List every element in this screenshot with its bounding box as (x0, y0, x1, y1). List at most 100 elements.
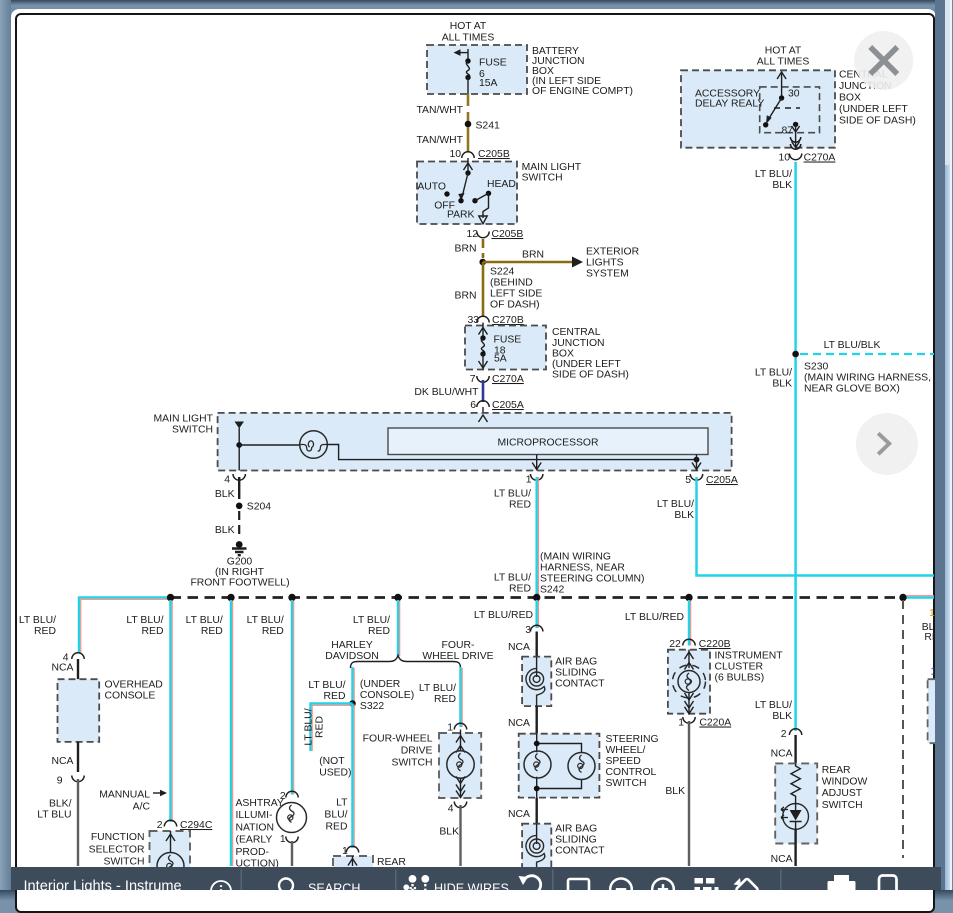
svg-text:INSTRUMENT: INSTRUMENT (715, 651, 784, 662)
svg-text:ILLUMI-: ILLUMI- (236, 810, 273, 821)
svg-text:S230: S230 (804, 362, 828, 373)
svg-text:SIDE OF DASH): SIDE OF DASH) (839, 116, 916, 127)
svg-text:LT BLU/RED: LT BLU/RED (474, 610, 533, 621)
svg-text:DK BLU/WHT: DK BLU/WHT (414, 387, 479, 398)
svg-text:C270A: C270A (804, 153, 836, 164)
svg-text:LT BLU/: LT BLU/ (304, 708, 315, 745)
svg-text:BLK: BLK (215, 525, 235, 536)
svg-text:PARK: PARK (447, 210, 475, 221)
svg-text:6: 6 (470, 400, 476, 411)
svg-text:NEAR GLOVE BOX): NEAR GLOVE BOX) (804, 384, 900, 395)
svg-text:AUTO: AUTO (417, 182, 446, 193)
svg-text:MAIN LIGHT: MAIN LIGHT (522, 162, 582, 173)
svg-text:BLK: BLK (772, 379, 792, 390)
svg-text:SWITCH: SWITCH (172, 425, 213, 436)
svg-text:FUSE: FUSE (479, 58, 507, 69)
svg-text:RED: RED (368, 626, 390, 637)
svg-text:LT BLU/: LT BLU/ (755, 169, 792, 180)
svg-text:5A: 5A (494, 354, 507, 365)
svg-text:LT BLU: LT BLU (37, 810, 71, 821)
svg-text:LT BLU/: LT BLU/ (126, 615, 163, 626)
svg-text:4: 4 (448, 804, 454, 815)
svg-text:CLUSTER: CLUSTER (715, 662, 764, 673)
svg-text:FRONT FOOTWELL): FRONT FOOTWELL) (190, 577, 289, 588)
svg-text:SIDE OF DASH): SIDE OF DASH) (552, 370, 629, 381)
svg-text:OF ENGINE COMPT): OF ENGINE COMPT) (532, 86, 633, 97)
svg-text:NCA: NCA (52, 756, 74, 767)
svg-text:10: 10 (778, 153, 790, 164)
svg-text:SYSTEM: SYSTEM (586, 269, 629, 280)
svg-text:CONSOLE: CONSOLE (105, 691, 156, 702)
svg-text:LT BLU/: LT BLU/ (494, 573, 531, 584)
svg-text:LT BLU/: LT BLU/ (755, 368, 792, 379)
svg-text:BLK: BLK (674, 510, 694, 521)
svg-text:CONSOLE): CONSOLE) (360, 690, 414, 701)
svg-text:CONTROL: CONTROL (606, 767, 657, 778)
svg-text:C270B: C270B (492, 315, 524, 326)
svg-text:15A: 15A (479, 78, 498, 89)
svg-text:WHEEL/: WHEEL/ (606, 745, 646, 756)
svg-text:30: 30 (788, 89, 800, 100)
svg-text:C220A: C220A (699, 718, 731, 729)
svg-text:12: 12 (466, 229, 478, 240)
svg-text:BOX: BOX (552, 349, 574, 360)
svg-text:CENTRAL: CENTRAL (552, 327, 601, 338)
svg-text:DAVIDSON: DAVIDSON (325, 651, 379, 662)
svg-text:RED: RED (509, 584, 531, 595)
svg-text:5: 5 (685, 475, 691, 486)
svg-text:LT BLU/: LT BLU/ (247, 615, 284, 626)
svg-text:LT BLU/RED: LT BLU/RED (625, 612, 684, 623)
svg-text:(UNDER LEFT: (UNDER LEFT (839, 104, 908, 115)
svg-text:MANNUAL: MANNUAL (99, 790, 150, 801)
svg-text:SWITCH: SWITCH (606, 778, 647, 789)
svg-text:ADJUST: ADJUST (822, 788, 863, 799)
svg-text:RED: RED (142, 626, 164, 637)
svg-text:C270A: C270A (492, 374, 524, 385)
svg-text:RED: RED (434, 694, 456, 705)
svg-text:CONTACT: CONTACT (555, 679, 605, 690)
svg-text:C205B: C205B (478, 149, 510, 160)
svg-text:7: 7 (470, 374, 476, 385)
svg-text:1: 1 (526, 475, 532, 486)
svg-text:BLU/: BLU/ (324, 810, 347, 821)
svg-text:HARLEY: HARLEY (331, 640, 373, 651)
svg-text:RED: RED (509, 500, 531, 511)
svg-text:(BEHIND: (BEHIND (490, 278, 533, 289)
svg-text:TAN/WHT: TAN/WHT (416, 105, 463, 116)
svg-text:HEAD: HEAD (487, 179, 516, 190)
svg-text:BLK: BLK (215, 489, 235, 500)
svg-text:NCA: NCA (508, 718, 530, 729)
svg-text:S241: S241 (476, 121, 500, 132)
svg-text:MAIN LIGHT: MAIN LIGHT (154, 414, 214, 425)
svg-text:LT BLU/: LT BLU/ (657, 499, 694, 510)
svg-text:BLK: BLK (772, 180, 792, 191)
svg-text:S322: S322 (360, 701, 384, 712)
svg-text:BLK/: BLK/ (49, 799, 72, 810)
svg-text:LT BLU/: LT BLU/ (419, 683, 456, 694)
svg-text:ALL TIMES: ALL TIMES (757, 57, 810, 68)
svg-text:LT: LT (336, 798, 348, 809)
svg-text:WINDOW: WINDOW (822, 777, 868, 788)
svg-text:LT BLU/: LT BLU/ (186, 615, 223, 626)
svg-text:LT BLU/: LT BLU/ (755, 700, 792, 711)
svg-text:HOT AT: HOT AT (450, 21, 487, 32)
svg-text:LT BLU/: LT BLU/ (19, 615, 56, 626)
svg-text:LT BLU/: LT BLU/ (308, 680, 345, 691)
svg-text:LT BLU/: LT BLU/ (494, 489, 531, 500)
svg-text:S204: S204 (247, 502, 271, 513)
svg-text:SWITCH: SWITCH (522, 173, 563, 184)
svg-text:DRIVE: DRIVE (401, 746, 433, 757)
svg-text:AIR BAG: AIR BAG (555, 657, 597, 668)
svg-text:FOUR-WHEEL: FOUR-WHEEL (363, 734, 433, 745)
svg-text:SLIDING: SLIDING (555, 668, 597, 679)
svg-text:BRN: BRN (522, 250, 544, 261)
svg-text:ALL TIMES: ALL TIMES (442, 33, 495, 44)
svg-text:RED: RED (324, 691, 346, 702)
svg-text:LEFT SIDE: LEFT SIDE (490, 289, 542, 300)
svg-text:(MAIN WIRING HARNESS,: (MAIN WIRING HARNESS, (804, 373, 931, 384)
svg-text:SEARCH: SEARCH (308, 881, 360, 890)
svg-text:OF DASH): OF DASH) (490, 300, 540, 311)
svg-text:OVERHEAD: OVERHEAD (105, 680, 163, 691)
svg-text:C220B: C220B (699, 639, 731, 650)
svg-text:NCA: NCA (508, 809, 530, 820)
